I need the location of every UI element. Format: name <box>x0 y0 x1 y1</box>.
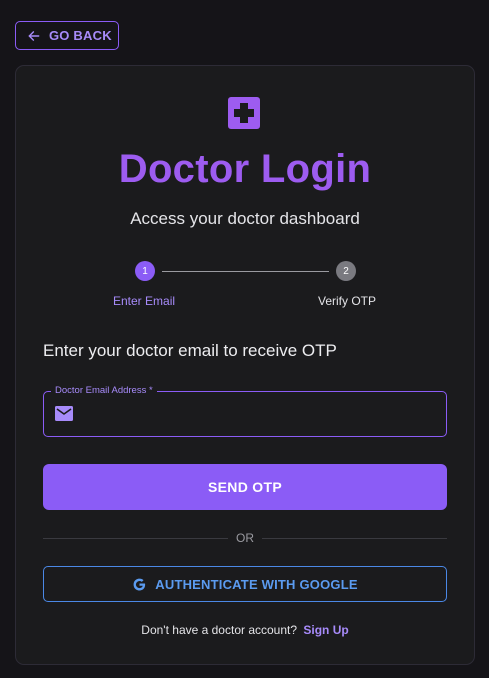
signup-link[interactable]: Sign Up <box>303 623 348 637</box>
arrow-left-icon <box>27 29 41 43</box>
step-1-indicator: 1 <box>135 261 155 281</box>
step-2-indicator: 2 <box>336 261 356 281</box>
page-subtitle: Access your doctor dashboard <box>130 209 360 228</box>
divider-left <box>43 538 228 539</box>
step-2-label: Verify OTP <box>318 294 377 308</box>
go-back-button[interactable]: GO BACK <box>15 21 119 50</box>
step-1-label: Enter Email <box>113 294 176 308</box>
google-auth-button[interactable]: AUTHENTICATE WITH GOOGLE <box>43 566 447 602</box>
signup-prompt: Don't have a doctor account? <box>141 623 298 637</box>
email-field[interactable]: Doctor Email Address * <box>43 384 447 437</box>
email-input[interactable] <box>86 400 440 430</box>
divider-right <box>262 538 447 539</box>
send-otp-button[interactable]: SEND OTP <box>43 464 447 510</box>
signup-row: Don't have a doctor account? Sign Up <box>16 623 474 637</box>
go-back-label: GO BACK <box>49 28 112 43</box>
login-card: Doctor Login Access your doctor dashboar… <box>15 65 475 665</box>
step-connector <box>162 271 329 272</box>
instruction-text: Enter your doctor email to receive OTP <box>43 341 337 360</box>
medical-cross-icon <box>228 97 260 129</box>
mail-icon <box>55 406 73 421</box>
google-icon <box>132 577 147 592</box>
divider-or-text: OR <box>236 531 254 545</box>
email-field-label: Doctor Email Address * <box>51 384 157 398</box>
page-title: Doctor Login <box>118 147 372 191</box>
google-auth-label: AUTHENTICATE WITH GOOGLE <box>155 576 358 592</box>
